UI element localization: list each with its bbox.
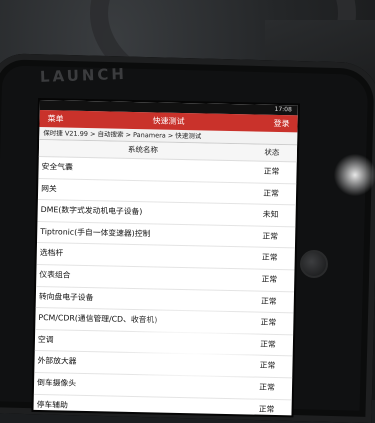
system-name: 仪表组合 [39,269,71,280]
system-status: 正常 [260,296,277,306]
system-status: 正常 [258,404,275,414]
system-name: 选档杆 [39,248,64,258]
system-status: 正常 [260,339,276,349]
status-time: 17:08 [274,105,292,114]
system-name: 倒车摄像头 [36,377,77,388]
system-status: 正常 [260,317,277,328]
system-status: 正常 [259,382,275,392]
page-title: 快速测试 [152,116,185,127]
header-status: 状态 [264,147,280,158]
system-status: 正常 [261,274,278,284]
light-reflection [330,150,375,200]
system-status: 未知 [262,209,279,220]
system-status: 正常 [259,361,276,371]
tablet-screen: 17:08 菜单 快速测试 登录 保时捷 V21.99 > 自动搜索 > Pan… [33,100,298,416]
system-name: Tiptronic(手自一体变速器)控制 [40,226,151,239]
system-name: 转向盘电子设备 [38,291,94,302]
system-list: 安全气囊 正常 网关 正常 DME(数字式发动机电子设备) 未知 Tiptronic(手自一… [33,156,297,416]
system-status: 正常 [263,166,280,177]
system-name: PCM/CDR(通信管理/CD、收音机) [38,313,158,325]
system-status: 正常 [261,253,278,263]
system-name: 网关 [41,183,57,193]
device-brand-logo: LAUNCH [39,64,128,86]
system-name: DME(数字式发动机电子设备) [40,205,143,217]
system-name: 安全气囊 [41,162,73,172]
system-status: 正常 [263,188,279,198]
system-status: 正常 [262,231,279,241]
system-name: 空调 [37,334,54,345]
device-knob[interactable] [300,250,328,278]
login-button[interactable]: 登录 [273,118,289,129]
system-name: 外部放大器 [37,356,77,367]
